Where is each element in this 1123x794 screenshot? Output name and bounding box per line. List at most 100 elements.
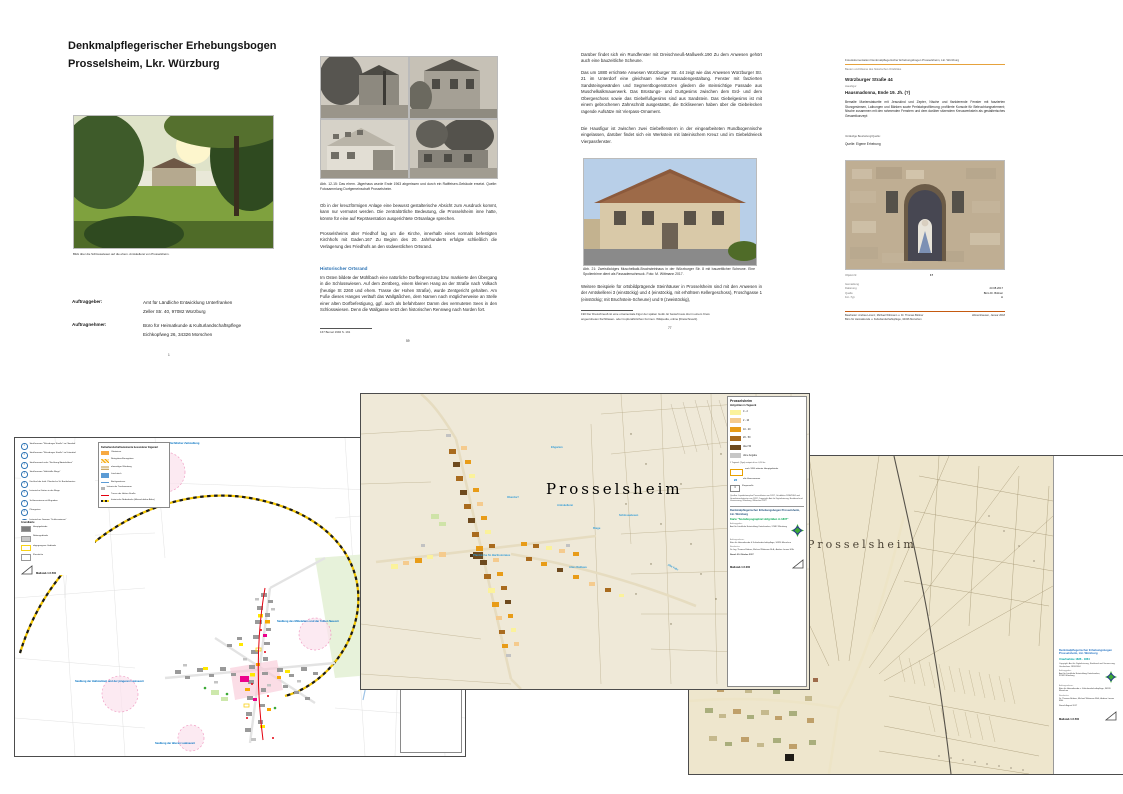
site-legend-item: 2 Straßenraum "Würzburger Straße" im Unt… xyxy=(21,452,95,459)
class-item: 2 - 10 xyxy=(730,418,804,423)
parcel-number-sample: 3 xyxy=(730,485,740,492)
legend-label: Hauptgebäude xyxy=(33,526,47,529)
di-grundkarte-legend: Grundkarte Hauptgebäude Nebengebäude abg… xyxy=(21,520,95,575)
objnr-row: Objekt-Nr. 17 xyxy=(845,274,1003,277)
bodendenkmal-label-3: Siedlung der Hallstattzeit und der jünge… xyxy=(75,680,144,683)
client-line1: Amt für Ländliche Entwicklung Unterfrank… xyxy=(143,299,232,306)
historic-photo-4 xyxy=(409,119,498,179)
contractor-line1: Büro für Heimatkunde & Kulturlandschafts… xyxy=(143,322,241,329)
tagwerk-note: 1 Tagwerk (Tgw) entspricht ca. 0,34 ha xyxy=(730,462,804,465)
class-item: 20 - 50 xyxy=(730,436,804,441)
north-arrow-icon xyxy=(21,565,33,575)
cover-photo-landscape xyxy=(73,115,274,249)
row-label: Datierung xyxy=(845,287,857,290)
footnote-rule xyxy=(581,310,633,311)
class-swatch xyxy=(730,436,741,441)
report-title-line1: Denkmalpflegerischer Erhebungsbogen xyxy=(68,40,276,52)
class-range: 20 - 50 xyxy=(743,436,750,439)
table-row: Datierung 23.08.2017 xyxy=(845,287,1003,290)
paragraph: Ob in der kreuzförmigen Anlage eine bewu… xyxy=(320,203,497,222)
class-swatch xyxy=(730,418,741,423)
header-rule xyxy=(845,64,1005,65)
legend-swatch xyxy=(101,500,109,502)
di-kultur-legend: Kulturlandschaftselemente besonderer Eig… xyxy=(98,442,170,508)
legend-label: Bachgewässer xyxy=(111,481,125,484)
contractor-line2: Eichkopfweg 26, 34326 Morschen xyxy=(143,331,212,338)
paragraph: Darüber findet sich ein Rundfenster mit … xyxy=(581,52,762,65)
site-label: Straßenraum/-ecke "Kirchberg/ Amtskeller… xyxy=(30,462,73,465)
legend-swatch xyxy=(101,495,109,496)
buero-logo-icon xyxy=(1105,671,1117,683)
cover-photo-caption: Blick über die Schlosswiesen auf die ehe… xyxy=(73,252,253,256)
north-arrow-icon xyxy=(792,559,804,569)
site-number-badge: 5 xyxy=(21,481,28,488)
class-range: über 50 xyxy=(743,445,751,448)
extra-item-3: 3 Flurparzelle xyxy=(730,485,804,492)
row-value: H xyxy=(1001,296,1003,299)
sources-text: Quellen: Liquidationsplan Prosselsheim v… xyxy=(730,495,804,503)
site-legend-item: 7 Schlosswiesen mit Ehgraben xyxy=(21,500,95,507)
di-site-legend: 1 Straßenraum "Würzburger Straße" im Obe… xyxy=(21,443,95,528)
object-address: Würzburger Straße 44 xyxy=(845,77,893,82)
extra-item-1: nach 1850 erbaute Hauptgebäude xyxy=(730,468,804,475)
site-label: Straßenraum "Würzburger Straße" im Oberd… xyxy=(30,443,76,446)
class-swatch xyxy=(730,427,741,432)
editors-text: Dr.-Ing. Thomas Büttner, Michael Wittman… xyxy=(730,549,794,551)
object-type-label: Hausfigur xyxy=(845,85,857,88)
object-meta-table: Gemarkung Datierung 23.08.2017 Quelle Bü… xyxy=(845,281,1003,299)
class-range: 0 - 2 xyxy=(743,410,748,413)
legend-swatch xyxy=(21,554,31,560)
historic-photo-2 xyxy=(409,56,498,119)
legend-item: Nutzgärten/Hausgärten xyxy=(101,458,167,462)
legend-item: historische Nebenbahn (Mainschleifen-Bah… xyxy=(101,499,167,502)
class-range: 2 - 10 xyxy=(743,419,749,422)
map-label-pfarrkirche: Pfarrkirche St. Bartholomäus xyxy=(473,554,513,557)
kultur-header: Kulturlandschaftselemente besonderer Eig… xyxy=(101,446,167,449)
site-legend-item: 1 Straßenraum "Würzburger Straße" im Obe… xyxy=(21,443,95,450)
footnote-line2: angeordneten fischblasen- oder tropfenäh… xyxy=(581,317,759,321)
contractor-label: Auftragnehmer: xyxy=(1059,685,1073,687)
class-item: über 50 xyxy=(730,444,804,449)
table-row: Gemarkung xyxy=(845,283,1003,286)
legend-item: Bachgewässer xyxy=(101,481,167,484)
site-number-badge: 3 xyxy=(21,462,28,469)
site-number-badge: 8 xyxy=(21,509,28,516)
historic-photo-1 xyxy=(320,56,409,119)
form-footer-left: Bearbeiter: Andrea Lorenz, Michael Wittm… xyxy=(845,314,960,321)
legend-label: historische Nebenbahn (Mainschleifen-Bah… xyxy=(111,499,155,502)
footer-line2: Büro für Heimatkunde u. Kulturlandschaft… xyxy=(845,318,960,322)
map-label-schlosswiesen: Schlosswiesen xyxy=(619,514,638,517)
form-section-label: Bauten und Räume des historischen Ortsbi… xyxy=(845,68,901,71)
ura-map-name: Prosselsheim xyxy=(807,538,917,551)
report-title-line2: Prosselsheim, Lkr. Würzburg xyxy=(68,58,220,70)
legend-label: Flurstücke xyxy=(33,554,43,557)
class-swatch xyxy=(730,410,741,415)
legend-swatch xyxy=(21,536,31,542)
map-label-amtskellerei: Amtskellerei xyxy=(557,504,573,507)
editors-label: Bearbeiter: xyxy=(1059,695,1069,697)
site-number-badge: 4 xyxy=(21,471,28,478)
photos-caption: Abb. 12-15: Das ehem. Jägerhaus wurde En… xyxy=(320,182,497,192)
legend-label: ehemaliger Weinberg xyxy=(111,466,132,469)
class-item: ohne Angabe xyxy=(730,453,804,458)
legend-swatch xyxy=(101,473,109,477)
table-row: Fot.-Typ H xyxy=(845,296,1003,299)
legend-label: abgegangene Gebäude xyxy=(33,545,56,548)
date-text: Stand: August 2017 xyxy=(1059,705,1117,708)
titleblock-heading: Denkmalpflegerischer Erhebungsbogen Pros… xyxy=(1059,649,1117,656)
legend-item: Hauptgebäude xyxy=(21,526,95,532)
assessment-label: Vorläufige Beurteilung/Quelle: xyxy=(845,135,881,138)
row-label: Quelle xyxy=(845,292,853,295)
north-arrow-icon xyxy=(1105,711,1117,721)
legend-swatch xyxy=(101,487,105,491)
client-label: Auftraggeber: xyxy=(72,299,102,304)
legend-swatch xyxy=(101,459,109,463)
legend-label: Trasse der Hohen Straße xyxy=(111,493,136,496)
table-row: Quelle Büro Dr. Büttner xyxy=(845,292,1003,295)
page-number: 59 xyxy=(406,339,410,343)
legend-swatch xyxy=(101,466,109,470)
outline-swatch xyxy=(730,469,743,476)
map-label-riege: Riege xyxy=(593,527,600,530)
paragraph: Prosselsheims alter Friedhof lag um die … xyxy=(320,231,497,250)
site-label: Straßenraum "Hohlställe Riege" xyxy=(30,471,61,474)
